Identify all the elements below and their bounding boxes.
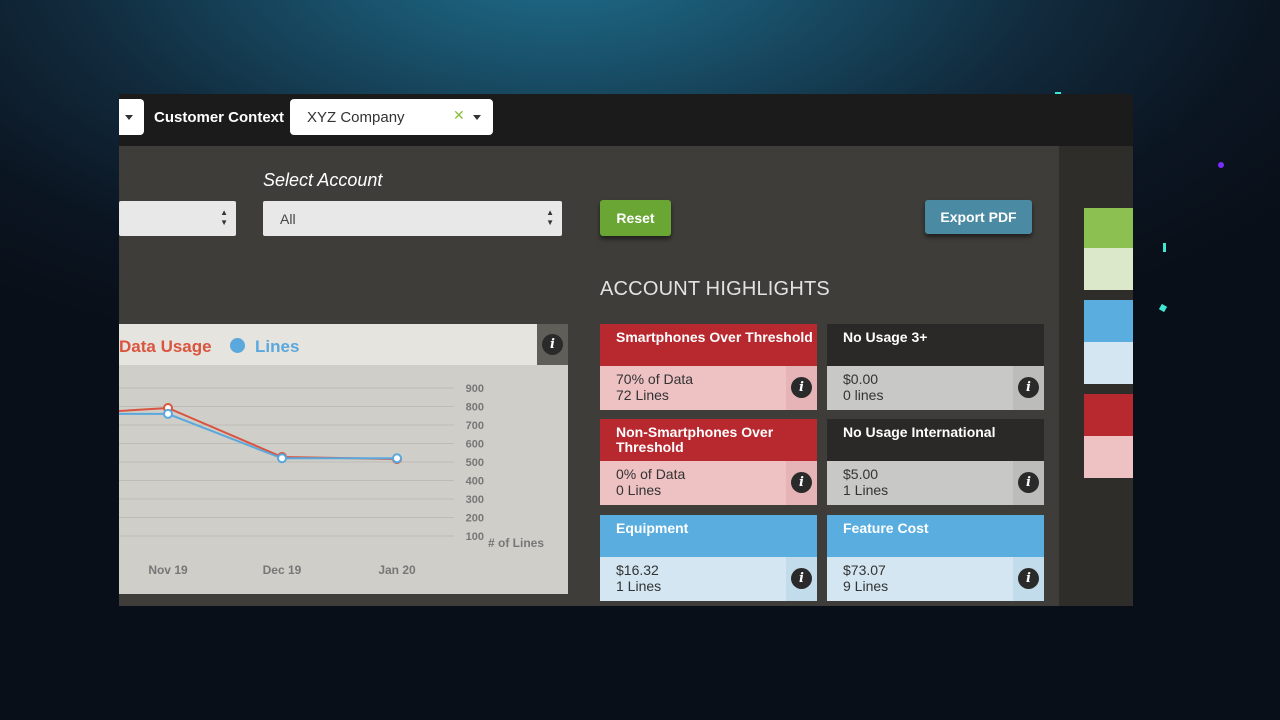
card-title: Equipment bbox=[600, 515, 817, 557]
card-smartphones-over-threshold[interactable]: Smartphones Over Threshold 70% of Data 7… bbox=[600, 324, 817, 410]
y-tick-label: 200 bbox=[466, 513, 484, 525]
card-body: $0.00 0 lines i bbox=[827, 366, 1044, 410]
data-point-lines bbox=[277, 453, 287, 464]
legend-lines-marker[interactable] bbox=[230, 338, 245, 353]
x-tick-label: Jan 20 bbox=[378, 563, 416, 577]
info-icon[interactable]: i bbox=[791, 472, 812, 493]
card-no-usage-international[interactable]: No Usage International $5.00 1 Lines i bbox=[827, 419, 1044, 505]
card-info-box: i bbox=[786, 557, 817, 601]
card-body: $5.00 1 Lines i bbox=[827, 461, 1044, 505]
legend-data-usage[interactable]: Data Usage bbox=[119, 337, 212, 357]
y-tick-label: 600 bbox=[466, 439, 484, 451]
card-non-smartphones-over-threshold[interactable]: Non-Smartphones Over Threshold 0% of Dat… bbox=[600, 419, 817, 505]
info-icon[interactable]: i bbox=[791, 568, 812, 589]
y-tick-label: 300 bbox=[466, 494, 484, 506]
info-icon[interactable]: i bbox=[1018, 568, 1039, 589]
customer-context-select[interactable]: XYZ Company ✕ bbox=[290, 99, 493, 135]
select-arrows-icon: ▲ ▼ bbox=[220, 208, 228, 227]
account-select-value: All bbox=[280, 211, 296, 227]
y-axis-label: # of Lines bbox=[488, 536, 544, 550]
swatch-red-light bbox=[1084, 436, 1133, 478]
confetti bbox=[1218, 162, 1224, 168]
card-body: 0% of Data 0 Lines i bbox=[600, 461, 817, 505]
y-tick-label: 500 bbox=[466, 457, 484, 469]
swatch-red bbox=[1084, 394, 1133, 436]
confetti bbox=[1158, 303, 1168, 313]
card-title: Non-Smartphones Over Threshold bbox=[600, 419, 817, 461]
swatch-blue bbox=[1084, 300, 1133, 342]
card-info-box: i bbox=[1013, 461, 1044, 505]
info-icon[interactable]: i bbox=[1018, 377, 1039, 398]
account-highlights-title: ACCOUNT HIGHLIGHTS bbox=[600, 278, 830, 300]
partial-dropdown[interactable] bbox=[119, 99, 144, 135]
y-tick-label: 100 bbox=[466, 531, 484, 543]
partial-select[interactable]: ▲ ▼ bbox=[119, 201, 236, 236]
series-line-data-usage bbox=[119, 406, 398, 460]
y-tick-label: 400 bbox=[466, 476, 484, 488]
y-tick-label: 700 bbox=[466, 420, 484, 432]
chart-info-box: i bbox=[537, 324, 568, 365]
account-select[interactable]: All ▲ ▼ bbox=[263, 201, 562, 236]
chevron-down-icon[interactable] bbox=[473, 115, 481, 120]
info-icon[interactable]: i bbox=[542, 334, 563, 355]
app-window: Customer Context XYZ Company ✕ ▲ ▼ Select… bbox=[119, 94, 1133, 606]
usage-chart-panel: Data Usage Lines i 900 800 700 600 500 400 300… bbox=[119, 324, 568, 594]
card-info-box: i bbox=[786, 366, 817, 410]
top-bar: Customer Context XYZ Company ✕ bbox=[119, 94, 1133, 146]
card-body: 70% of Data 72 Lines i bbox=[600, 366, 817, 410]
select-arrows-icon: ▲ ▼ bbox=[546, 208, 554, 227]
chevron-down-icon bbox=[125, 115, 133, 120]
x-tick-label: Nov 19 bbox=[148, 563, 188, 577]
customer-context-label: Customer Context bbox=[154, 109, 285, 126]
reset-button[interactable]: Reset bbox=[600, 200, 671, 236]
card-info-box: i bbox=[1013, 557, 1044, 601]
swatch-blue-light bbox=[1084, 342, 1133, 384]
card-info-box: i bbox=[1013, 366, 1044, 410]
y-tick-label: 800 bbox=[466, 402, 484, 414]
card-info-box: i bbox=[786, 461, 817, 505]
export-pdf-button[interactable]: Export PDF bbox=[925, 200, 1032, 234]
card-title: No Usage 3+ bbox=[827, 324, 1044, 366]
card-no-usage-3plus[interactable]: No Usage 3+ $0.00 0 lines i bbox=[827, 324, 1044, 410]
card-body: $73.07 9 Lines i bbox=[827, 557, 1044, 601]
series-line-lines bbox=[119, 412, 397, 460]
card-feature-cost[interactable]: Feature Cost $73.07 9 Lines i bbox=[827, 515, 1044, 601]
card-title: No Usage International bbox=[827, 419, 1044, 461]
y-tick-label: 900 bbox=[466, 383, 484, 395]
card-title: Feature Cost bbox=[827, 515, 1044, 557]
line-chart: 900 800 700 600 500 400 300 200 100 # of Lines Nov… bbox=[119, 383, 544, 577]
data-point-lines bbox=[163, 408, 173, 419]
chart-legend: Data Usage Lines bbox=[119, 324, 537, 365]
swatch-green bbox=[1084, 208, 1133, 248]
info-icon[interactable]: i bbox=[791, 377, 812, 398]
legend-lines[interactable]: Lines bbox=[255, 337, 299, 357]
confetti bbox=[1163, 243, 1166, 252]
clear-icon[interactable]: ✕ bbox=[453, 107, 465, 124]
card-title: Smartphones Over Threshold bbox=[600, 324, 817, 366]
select-account-label: Select Account bbox=[263, 170, 383, 190]
customer-select-value: XYZ Company bbox=[307, 109, 405, 126]
card-body: $16.32 1 Lines i bbox=[600, 557, 817, 601]
x-tick-label: Dec 19 bbox=[263, 563, 302, 577]
card-equipment[interactable]: Equipment $16.32 1 Lines i bbox=[600, 515, 817, 601]
info-icon[interactable]: i bbox=[1018, 472, 1039, 493]
swatch-green-light bbox=[1084, 248, 1133, 290]
data-point-lines bbox=[392, 453, 402, 464]
